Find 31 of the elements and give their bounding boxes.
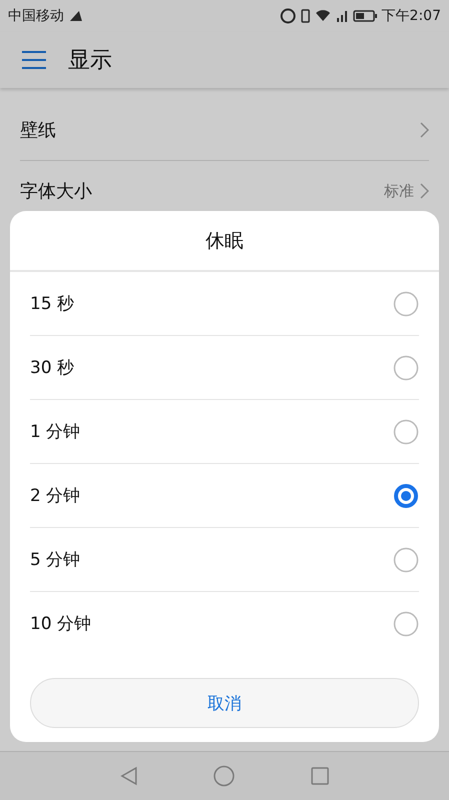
battery-icon — [352, 10, 377, 22]
wifi-icon — [314, 10, 331, 22]
signal-bars-icon — [336, 10, 348, 22]
option-label[interactable]: 2 分钟 — [30, 484, 80, 507]
back-icon[interactable] — [120, 766, 138, 786]
radio-button[interactable] — [393, 418, 419, 444]
radio-button[interactable] — [393, 546, 419, 572]
chevron-icon — [420, 183, 429, 199]
option-label[interactable]: 15 秒 — [30, 292, 74, 315]
setting-label[interactable]: 字体大小 — [20, 179, 92, 203]
vibrate-icon — [300, 9, 310, 23]
carrier-name: 中国移动 — [8, 7, 64, 25]
option-label[interactable]: 1 分钟 — [30, 420, 80, 443]
setting-value: 标准 — [384, 182, 414, 200]
radio-button[interactable] — [393, 482, 419, 508]
option-label[interactable]: 10 分钟 — [30, 612, 92, 635]
setting-label[interactable]: 壁纸 — [20, 118, 56, 142]
page-title: 显示 — [68, 47, 112, 75]
recents-icon[interactable] — [310, 766, 330, 786]
chevron-icon — [420, 122, 429, 138]
radio-button[interactable] — [393, 290, 419, 316]
menu-icon[interactable] — [22, 51, 46, 69]
option-label[interactable]: 30 秒 — [30, 356, 74, 379]
option-label[interactable]: 5 分钟 — [30, 548, 80, 571]
dialog-title: 休眠 — [10, 211, 439, 272]
signal-icon — [69, 10, 83, 22]
radio-button[interactable] — [393, 610, 419, 636]
radio-button[interactable] — [393, 354, 419, 380]
clock-time: 下午2:07 — [382, 7, 441, 25]
home-icon[interactable] — [212, 765, 234, 787]
cancel-button[interactable]: 取消 — [30, 678, 419, 728]
